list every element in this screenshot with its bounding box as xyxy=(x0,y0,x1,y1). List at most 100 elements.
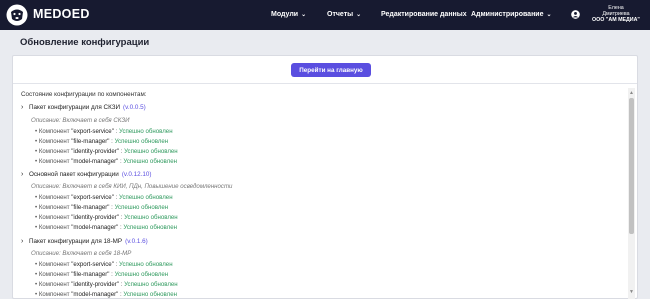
component-prefix: • Компонент xyxy=(35,158,70,165)
component-name: "identity-provider" xyxy=(71,148,119,155)
component-status: • Компонент "export-service" : Успешно о… xyxy=(35,194,173,201)
nav-modules-label: Модули xyxy=(271,11,299,18)
component-status: • Компонент "file-manager" : Успешно обн… xyxy=(35,271,168,278)
component-status-text: Успешно обновлен xyxy=(118,194,173,201)
component-name: "export-service" xyxy=(71,128,114,135)
package-title: Пакет конфигурации для 18-МР xyxy=(29,238,123,245)
component-name: "export-service" xyxy=(71,194,114,201)
nav-administration-label: Администрирование xyxy=(471,11,544,18)
component-status: • Компонент "export-service" : Успешно о… xyxy=(35,128,173,135)
component-prefix: • Компонент xyxy=(35,194,70,201)
user-avatar-icon[interactable] xyxy=(571,10,580,19)
component-status-text: Успешно обновлен xyxy=(124,214,178,221)
top-navigation-bar: MEDOED Модули ⌄ Отчеты ⌄ Редактирование да… xyxy=(0,0,650,30)
chevron-right-icon: › xyxy=(21,104,24,111)
nav-reports[interactable]: Отчеты ⌄ xyxy=(327,11,361,18)
nav-reports-label: Отчеты xyxy=(327,11,354,18)
component-separator: : xyxy=(119,291,122,298)
user-organization: ООО "АМ МЕДИА" xyxy=(592,17,640,24)
package-version: (v.0.0.5) xyxy=(123,104,146,111)
component-separator: : xyxy=(115,261,118,268)
component-status-text: Успешно обновлен xyxy=(114,204,169,211)
package-title: Основной пакет конфигурации xyxy=(29,171,119,178)
component-status: • Компонент "file-manager" : Успешно обн… xyxy=(35,204,168,211)
component-prefix: • Компонент xyxy=(35,271,70,278)
chevron-down-icon: ⌄ xyxy=(301,12,307,18)
component-name: "file-manager" xyxy=(71,138,110,145)
component-separator: : xyxy=(120,214,123,221)
component-prefix: • Компонент xyxy=(35,224,70,231)
chevron-right-icon: › xyxy=(21,238,24,245)
chevron-right-icon: › xyxy=(21,171,24,178)
component-status: • Компонент "model-manager" : Успешно об… xyxy=(35,158,177,165)
user-menu[interactable]: Елена Дмитриева ООО "АМ МЕДИА" xyxy=(586,5,646,24)
component-separator: : xyxy=(120,148,123,155)
component-prefix: • Компонент xyxy=(35,128,70,135)
package-version: (v.0.12.10) xyxy=(121,171,152,178)
component-prefix: • Компонент xyxy=(35,261,70,268)
package-toggle[interactable]: › Пакет конфигурации для 18-МР (v.0.1.6) xyxy=(21,238,148,245)
component-name: "identity-provider" xyxy=(71,281,119,288)
card-header: Перейти на главную xyxy=(13,56,637,84)
go-home-button[interactable]: Перейти на главную xyxy=(291,63,371,77)
brand-name[interactable]: MEDOED xyxy=(33,7,90,21)
scrollbar-thumb[interactable] xyxy=(629,98,634,234)
component-name: "model-manager" xyxy=(71,291,119,298)
package-description: Описание: Включает в себя СКЗИ xyxy=(31,117,130,124)
component-prefix: • Компонент xyxy=(35,138,70,145)
nav-data-editing[interactable]: Редактирование данных xyxy=(381,11,467,18)
component-status-text: Успешно обновлен xyxy=(114,138,169,145)
component-status-text: Успешно обновлен xyxy=(118,261,173,268)
component-status-text: Успешно обновлен xyxy=(118,128,173,135)
component-prefix: • Компонент xyxy=(35,291,70,298)
package-toggle[interactable]: › Пакет конфигурации для СКЗИ (v.0.0.5) xyxy=(21,104,146,111)
component-name: "file-manager" xyxy=(71,204,110,211)
component-status-text: Успешно обновлен xyxy=(123,291,177,298)
component-status-text: Успешно обновлен xyxy=(124,281,178,288)
package-version: (v.0.1.6) xyxy=(125,238,148,245)
page-title: Обновление конфигурации xyxy=(20,37,150,48)
component-separator: : xyxy=(119,224,122,231)
package-title: Пакет конфигурации для СКЗИ xyxy=(29,104,121,111)
component-status: • Компонент "file-manager" : Успешно обн… xyxy=(35,138,168,145)
component-status: • Компонент "identity-provider" : Успешн… xyxy=(35,214,178,221)
component-prefix: • Компонент xyxy=(35,281,70,288)
chevron-down-icon: ⌄ xyxy=(546,12,552,18)
component-separator: : xyxy=(115,128,118,135)
component-separator: : xyxy=(119,158,122,165)
component-prefix: • Компонент xyxy=(35,214,70,221)
component-status: • Компонент "identity-provider" : Успешн… xyxy=(35,148,178,155)
component-status-text: Успешно обновлен xyxy=(123,224,177,231)
component-status-text: Успешно обновлен xyxy=(114,271,169,278)
scroll-up-arrow-icon[interactable]: ▲ xyxy=(629,90,634,96)
component-prefix: • Компонент xyxy=(35,148,70,155)
config-update-card: Перейти на главную Состояние конфигураци… xyxy=(12,55,638,299)
component-separator: : xyxy=(115,194,118,201)
component-status-text: Успешно обновлен xyxy=(123,158,177,165)
section-title: Состояние конфигурации по компонентам: xyxy=(21,91,147,98)
component-separator: : xyxy=(111,271,113,278)
component-name: "file-manager" xyxy=(71,271,110,278)
component-separator: : xyxy=(111,204,113,211)
package-toggle[interactable]: › Основной пакет конфигурации (v.0.12.10) xyxy=(21,171,151,178)
component-separator: : xyxy=(111,138,113,145)
nav-modules[interactable]: Модули ⌄ xyxy=(271,11,306,18)
dog-head-logo-icon[interactable] xyxy=(6,4,28,26)
component-separator: : xyxy=(120,281,123,288)
vertical-scrollbar[interactable]: ▲ ▼ xyxy=(628,88,635,299)
component-name: "model-manager" xyxy=(71,224,119,231)
component-name: "export-service" xyxy=(71,261,114,268)
component-status: • Компонент "identity-provider" : Успешн… xyxy=(35,281,178,288)
package-description: Описание: Включает в себя КИИ, ПДн, Повы… xyxy=(31,183,233,190)
component-status: • Компонент "model-manager" : Успешно об… xyxy=(35,291,177,298)
nav-administration[interactable]: Администрирование ⌄ xyxy=(471,11,552,18)
component-status: • Компонент "model-manager" : Успешно об… xyxy=(35,224,177,231)
component-name: "identity-provider" xyxy=(71,214,119,221)
component-status: • Компонент "export-service" : Успешно о… xyxy=(35,261,173,268)
component-name: "model-manager" xyxy=(71,158,119,165)
component-prefix: • Компонент xyxy=(35,204,70,211)
scroll-down-arrow-icon[interactable]: ▼ xyxy=(629,289,634,295)
nav-data-editing-label: Редактирование данных xyxy=(381,11,467,18)
component-status-text: Успешно обновлен xyxy=(124,148,178,155)
chevron-down-icon: ⌄ xyxy=(356,12,362,18)
